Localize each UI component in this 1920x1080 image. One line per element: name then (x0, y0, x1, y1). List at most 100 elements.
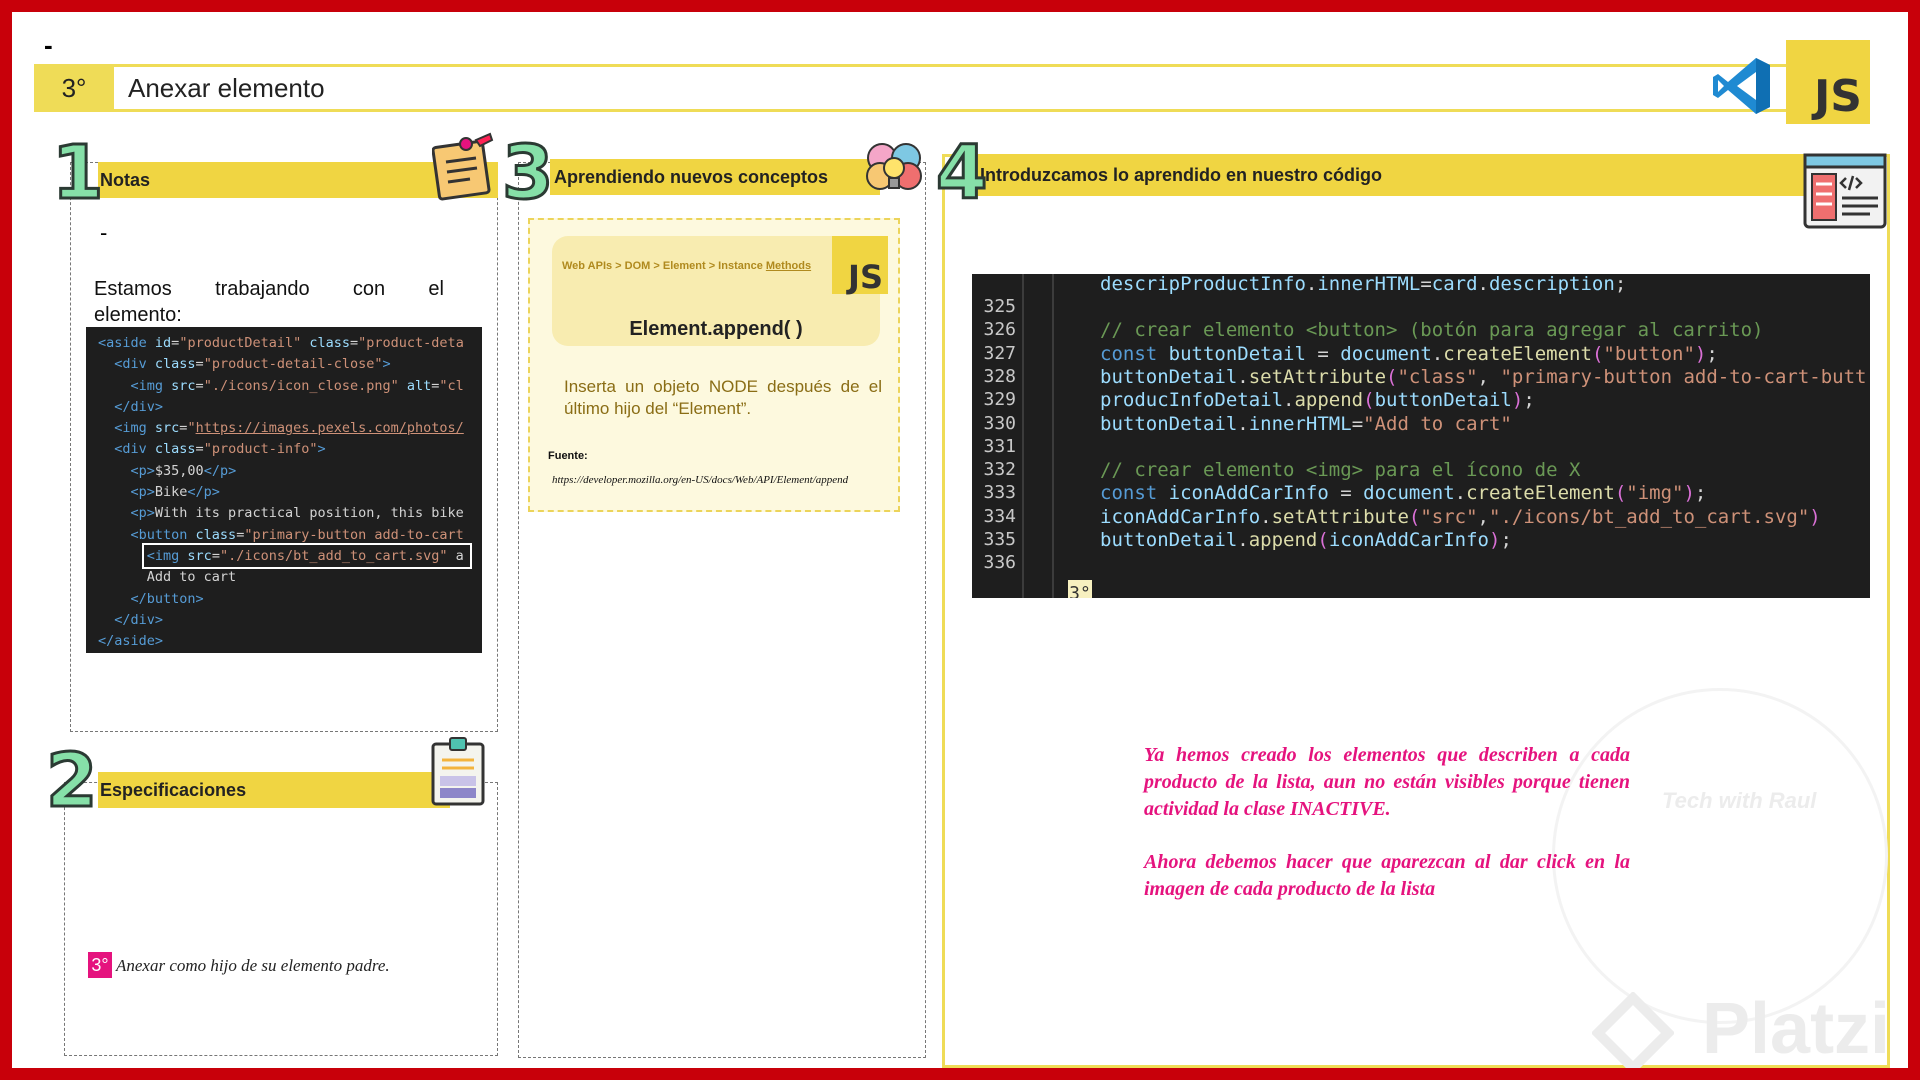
code-token: "primary-button add-to-cart (244, 526, 464, 543)
code-token: = (195, 356, 204, 373)
code-token: </div> (114, 398, 164, 415)
code-token: ; (1500, 529, 1512, 551)
code-token: class (154, 356, 196, 373)
code-token: id (154, 335, 172, 351)
line-number: 326 (983, 319, 1016, 341)
code-line: <div class="product-info"> (98, 439, 482, 460)
code-token: . (1237, 529, 1249, 551)
explanation-message: Ya hemos creado los elementos que descri… (1144, 742, 1630, 903)
code-line: buttonDetail.innerHTML="Add to cart" (1100, 413, 1512, 435)
sticky-note-icon (432, 132, 494, 201)
code-token: , (1477, 505, 1489, 528)
line-number: 328 (983, 365, 1016, 387)
code-token: . (1454, 482, 1467, 505)
code-line: const iconAddCarInfo = document.createEl… (1100, 482, 1706, 504)
code-token: <div (114, 356, 155, 373)
code-token: . (1237, 412, 1249, 435)
code-token: . (1305, 274, 1318, 295)
code-token: ) (1694, 342, 1707, 365)
code-window-icon (1803, 153, 1887, 229)
line-number: 332 (983, 459, 1016, 481)
code-token: = (195, 377, 204, 394)
code-token: "./icons/bt_add_to_cart.svg" (1489, 505, 1810, 528)
code-line: </div> (98, 610, 482, 631)
code-token: ( (1591, 342, 1604, 365)
line-number: 327 (983, 342, 1016, 364)
method-description: Inserta un objeto NODE después de el últ… (564, 377, 882, 418)
code-token: description (1488, 274, 1615, 295)
code-line: <img src="https://images.pexels.com/phot… (98, 418, 482, 439)
code-token: document (1340, 342, 1432, 365)
code-token: > (317, 441, 326, 458)
code-token: <p> (130, 462, 155, 479)
code-token: const (1100, 482, 1169, 505)
method-name: Element.append( ) (629, 318, 803, 340)
code-token: ) (1809, 505, 1821, 528)
line-number: 325 (983, 296, 1016, 317)
message-paragraph-2: Ahora debemos hacer que aparezcan al dar… (1144, 851, 1630, 900)
code-token: buttonDetail (1168, 342, 1306, 365)
indent-guide (1022, 274, 1024, 598)
js-badge: JS (1786, 40, 1870, 124)
code-token: buttonDetail (1100, 365, 1238, 388)
highlight-box (142, 543, 472, 569)
js-small-badge-text: JS (848, 258, 883, 296)
vscode-icon (1713, 58, 1770, 114)
code-token: append (1294, 389, 1364, 412)
concepts-label: Aprendiendo nuevos conceptos (554, 167, 829, 187)
code-line: Add to cart (98, 567, 482, 588)
code-token: $35,00 (154, 462, 204, 479)
code-token: <aside (98, 335, 155, 351)
code-token: <img (114, 420, 155, 437)
code-token: = (350, 335, 359, 351)
brain-icon (866, 143, 922, 190)
line-number: 335 (983, 529, 1016, 550)
specs-box (64, 782, 498, 1056)
code-token: ) (1511, 389, 1524, 412)
code-line: producInfoDetail.append(buttonDetail); (1100, 389, 1535, 411)
code-token: </p> (203, 462, 237, 479)
code-token: . (1431, 342, 1444, 365)
message-paragraph-1: Ya hemos creado los elementos que descri… (1144, 744, 1630, 820)
code-line: buttonDetail.setAttribute("class", "prim… (1100, 366, 1866, 388)
code-token: "product-info" (203, 441, 318, 458)
code-token: card (1431, 274, 1478, 295)
breadcrumb-methods-link[interactable]: Methods (766, 260, 811, 272)
annex-instruction: Anexar como hijo de su elemento padre. (116, 956, 390, 975)
mdn-breadcrumb: Web APIs > DOM > Element > Instance Meth… (562, 260, 811, 272)
code-token: class (301, 335, 351, 351)
js-small-badge: JS (832, 236, 888, 296)
line-number: 336 (983, 552, 1016, 574)
section-number-3: 3 (501, 130, 555, 216)
code-token: ( (1614, 482, 1627, 505)
indent-guide (1052, 274, 1054, 598)
code-token: https://images.pexels.com/photos/ (195, 420, 464, 437)
code-token: "img" (1626, 482, 1684, 505)
platzi-logo-icon (1592, 992, 1674, 1068)
code-token: "product-deta (358, 335, 464, 351)
code-token: "button" (1603, 342, 1695, 365)
code-line-partial: descripProductInfo.innerHTML=card.descri… (1100, 274, 1626, 295)
notes-dash: - (100, 220, 108, 245)
code-line: </button> (98, 589, 482, 610)
platzi-watermark: Platzi (1702, 989, 1891, 1068)
code-token: setAttribute (1271, 505, 1409, 528)
code-line: const buttonDetail = document.createElem… (1100, 343, 1718, 365)
code-token: "Add to cart" (1363, 412, 1512, 435)
source-url[interactable]: https://developer.mozilla.org/en-US/docs… (552, 474, 848, 486)
code-token: = (1351, 412, 1364, 435)
section-number-1: 1 (51, 130, 105, 216)
line-number: 333 (983, 482, 1016, 504)
code-line: <p>Bike</p> (98, 482, 482, 503)
code-line: <p>$35,00</p> (98, 461, 482, 482)
code-token: ; (1523, 389, 1535, 412)
code-token: src (171, 377, 196, 394)
